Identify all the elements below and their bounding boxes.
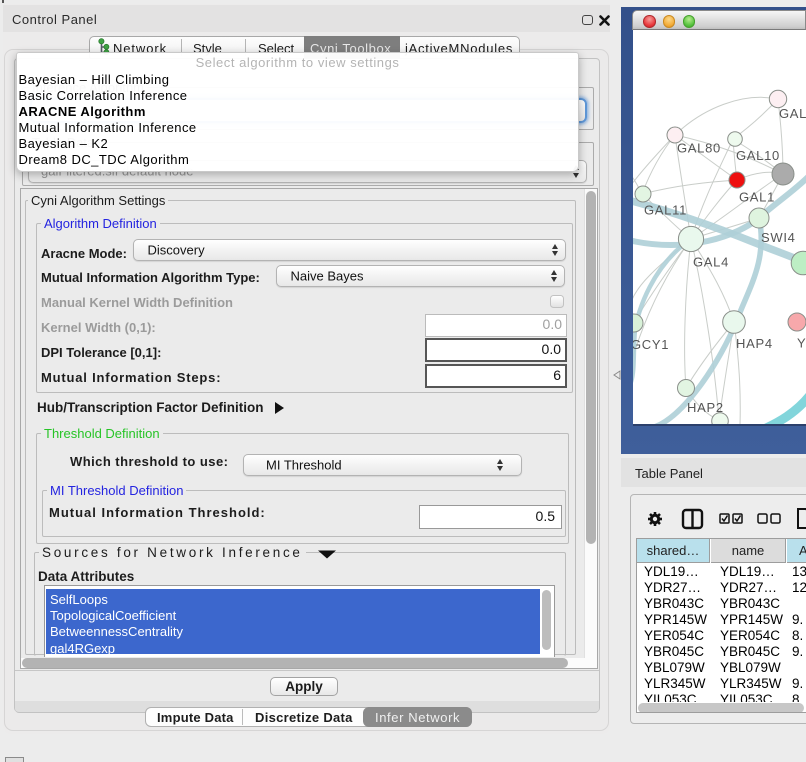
- svg-text:HAP2: HAP2: [687, 400, 724, 415]
- svg-text:SWI4: SWI4: [761, 230, 796, 245]
- svg-text:Y: Y: [797, 336, 806, 351]
- svg-text:GAL4: GAL4: [693, 255, 729, 270]
- svg-text:GAL11: GAL11: [644, 203, 687, 218]
- svg-text:GAL80: GAL80: [677, 141, 721, 156]
- svg-text:HAP4: HAP4: [736, 336, 773, 351]
- svg-text:GAL1: GAL1: [739, 190, 775, 205]
- svg-text:GAL: GAL: [779, 106, 806, 121]
- svg-text:GAL10: GAL10: [736, 148, 780, 163]
- svg-text:GCY1: GCY1: [633, 337, 669, 352]
